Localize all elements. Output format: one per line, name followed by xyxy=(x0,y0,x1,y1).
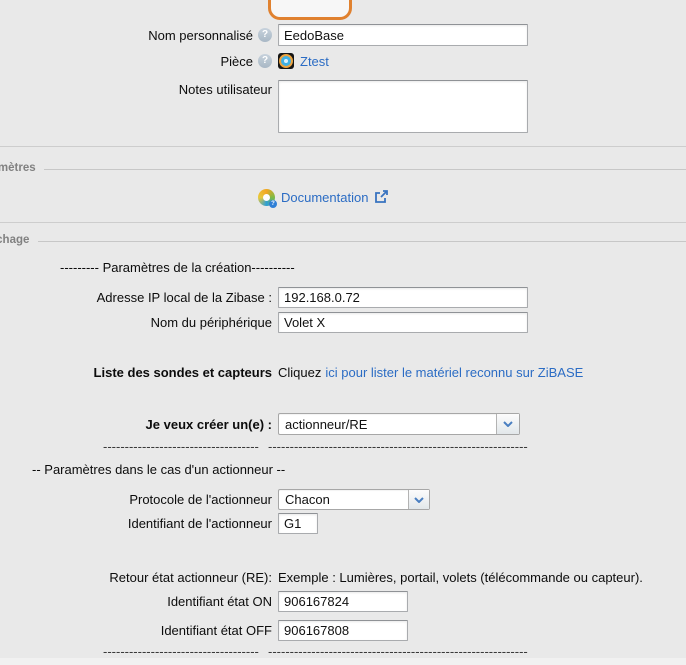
zibase-config-page: Nom personnalisé Pièce Ztest Notes utili… xyxy=(0,0,686,665)
help-icon[interactable] xyxy=(258,28,272,42)
actuator-protocol-label: Protocole de l'actionneur xyxy=(129,492,272,507)
state-on-id-label: Identifiant état ON xyxy=(167,594,272,609)
state-off-id-label: Identifiant état OFF xyxy=(161,623,272,638)
dashed-divider: ----------------------------------------… xyxy=(0,439,686,455)
chevron-down-icon xyxy=(408,490,429,509)
create-type-select[interactable]: actionneur/RE xyxy=(278,413,520,435)
top-partial-button[interactable] xyxy=(268,0,352,20)
legend-line xyxy=(44,169,686,170)
state-on-id-input[interactable] xyxy=(278,591,408,612)
device-name-label: Nom du périphérique xyxy=(151,315,272,330)
divider xyxy=(0,146,686,147)
state-feedback-label: Retour état actionneur (RE): xyxy=(109,570,272,585)
sensors-list-prefix: Cliquez xyxy=(278,365,321,380)
parameters-section-legend: Paramètres xyxy=(0,162,36,174)
plugin-help-icon xyxy=(258,189,275,206)
creation-parameters-header: --------- Paramètres de la création-----… xyxy=(60,260,295,275)
section-end-strip xyxy=(0,658,686,665)
user-notes-label: Notes utilisateur xyxy=(179,82,272,97)
chevron-down-icon xyxy=(496,414,519,434)
external-link-icon xyxy=(374,190,389,204)
help-icon[interactable] xyxy=(258,54,272,68)
list-hardware-link[interactable]: ici pour lister le matériel reconnu sur … xyxy=(325,365,583,380)
actuator-protocol-select[interactable]: Chacon xyxy=(278,489,430,510)
legend-line xyxy=(38,241,686,242)
zibase-ip-label: Adresse IP local de la Zibase : xyxy=(97,290,272,305)
documentation-link[interactable]: Documentation xyxy=(258,189,389,206)
state-feedback-hint: Exemple : Lumières, portail, volets (tél… xyxy=(278,570,643,585)
actuator-id-input[interactable] xyxy=(278,513,318,534)
sensors-list-label: Liste des sondes et capteurs xyxy=(94,365,272,380)
user-notes-textarea[interactable] xyxy=(278,80,528,133)
custom-name-label: Nom personnalisé xyxy=(148,28,253,43)
room-label: Pièce xyxy=(220,54,253,69)
zibase-ip-input[interactable] xyxy=(278,287,528,308)
actuator-parameters-header: -- Paramètres dans le cas d'un actionneu… xyxy=(32,462,285,477)
display-section-legend: Affichage xyxy=(0,234,29,246)
create-type-label: Je veux créer un(e) : xyxy=(146,417,272,432)
actuator-protocol-selected-value: Chacon xyxy=(279,492,408,507)
custom-name-input[interactable] xyxy=(278,24,528,46)
documentation-label: Documentation xyxy=(281,190,368,205)
create-type-selected-value: actionneur/RE xyxy=(279,417,496,432)
room-object-icon xyxy=(278,53,294,69)
room-link[interactable]: Ztest xyxy=(300,54,329,69)
actuator-id-label: Identifiant de l'actionneur xyxy=(128,516,272,531)
divider xyxy=(0,222,686,223)
state-off-id-input[interactable] xyxy=(278,620,408,641)
device-name-input[interactable] xyxy=(278,312,528,333)
